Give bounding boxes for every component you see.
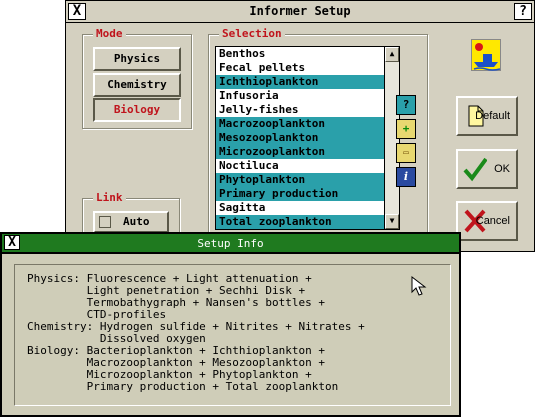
auto-toggle[interactable]: Auto [93, 211, 169, 233]
ok-button[interactable]: OK [456, 149, 518, 189]
window-title: Informer Setup [249, 4, 351, 18]
list-item[interactable]: Fecal pellets [216, 61, 384, 75]
titlebar[interactable]: X Informer Setup ? [66, 1, 534, 23]
cancel-button[interactable]: Cancel [456, 201, 518, 241]
app-logo [471, 39, 501, 71]
help-icon[interactable]: ? [396, 95, 416, 115]
mode-group: Mode Physics Chemistry Biology [82, 27, 192, 129]
list-item[interactable]: Macrozooplankton [216, 117, 384, 131]
list-item[interactable]: Phytoplankton [216, 173, 384, 187]
list-item[interactable]: Total zooplankton [216, 215, 384, 229]
default-button[interactable]: Default [456, 96, 518, 136]
cancel-label: Cancel [475, 215, 510, 227]
list-item[interactable]: Sagitta [216, 201, 384, 215]
info-icon[interactable]: i [396, 167, 416, 187]
info-line: Primary production + Total zooplankton [27, 380, 339, 393]
list-item[interactable]: Primary production [216, 187, 384, 201]
auto-label: Auto [123, 215, 150, 228]
mouse-cursor-icon [411, 275, 427, 296]
mode-chemistry-button[interactable]: Chemistry [93, 73, 181, 97]
open-folder-icon[interactable]: ▭ [396, 143, 416, 163]
list-item[interactable]: Mesozooplankton [216, 131, 384, 145]
list-item[interactable]: Noctiluca [216, 159, 384, 173]
setup-info-window: X Setup Info Physics: Fluorescence + Lig… [0, 232, 461, 417]
add-icon[interactable]: + [396, 119, 416, 139]
auto-checkbox[interactable] [99, 216, 111, 228]
checkmark-icon [463, 157, 487, 182]
list-item[interactable]: Benthos [216, 47, 384, 61]
link-label: Link [93, 191, 126, 204]
ok-label: OK [494, 163, 510, 175]
list-item[interactable]: Microzooplankton [216, 145, 384, 159]
mode-physics-button[interactable]: Physics [93, 47, 181, 71]
selection-group: Selection Benthos Fecal pellets Ichthiopla… [208, 27, 428, 254]
mode-label: Mode [93, 27, 126, 40]
info-text: Physics: Fluorescence + Light attenuatio… [27, 273, 365, 393]
help-button[interactable]: ? [514, 3, 532, 20]
list-item[interactable]: Infusoria [216, 89, 384, 103]
mode-biology-button[interactable]: Biology [93, 98, 181, 122]
selection-list[interactable]: Benthos Fecal pellets Ichthioplankton Infus… [215, 46, 385, 230]
scroll-down-button[interactable]: ▼ [385, 214, 399, 229]
info-window-title: Setup Info [197, 237, 264, 250]
list-item[interactable]: Ichthioplankton [216, 75, 384, 89]
scroll-up-button[interactable]: ▲ [385, 47, 399, 62]
default-label: Default [475, 110, 510, 122]
info-panel: Physics: Fluorescence + Light attenuatio… [14, 264, 451, 406]
info-titlebar[interactable]: X Setup Info [2, 234, 459, 254]
selection-label: Selection [219, 27, 285, 40]
list-item[interactable]: Jelly-fishes [216, 103, 384, 117]
informer-setup-window: X Informer Setup ? Mode Physics Chemistr… [65, 0, 535, 254]
